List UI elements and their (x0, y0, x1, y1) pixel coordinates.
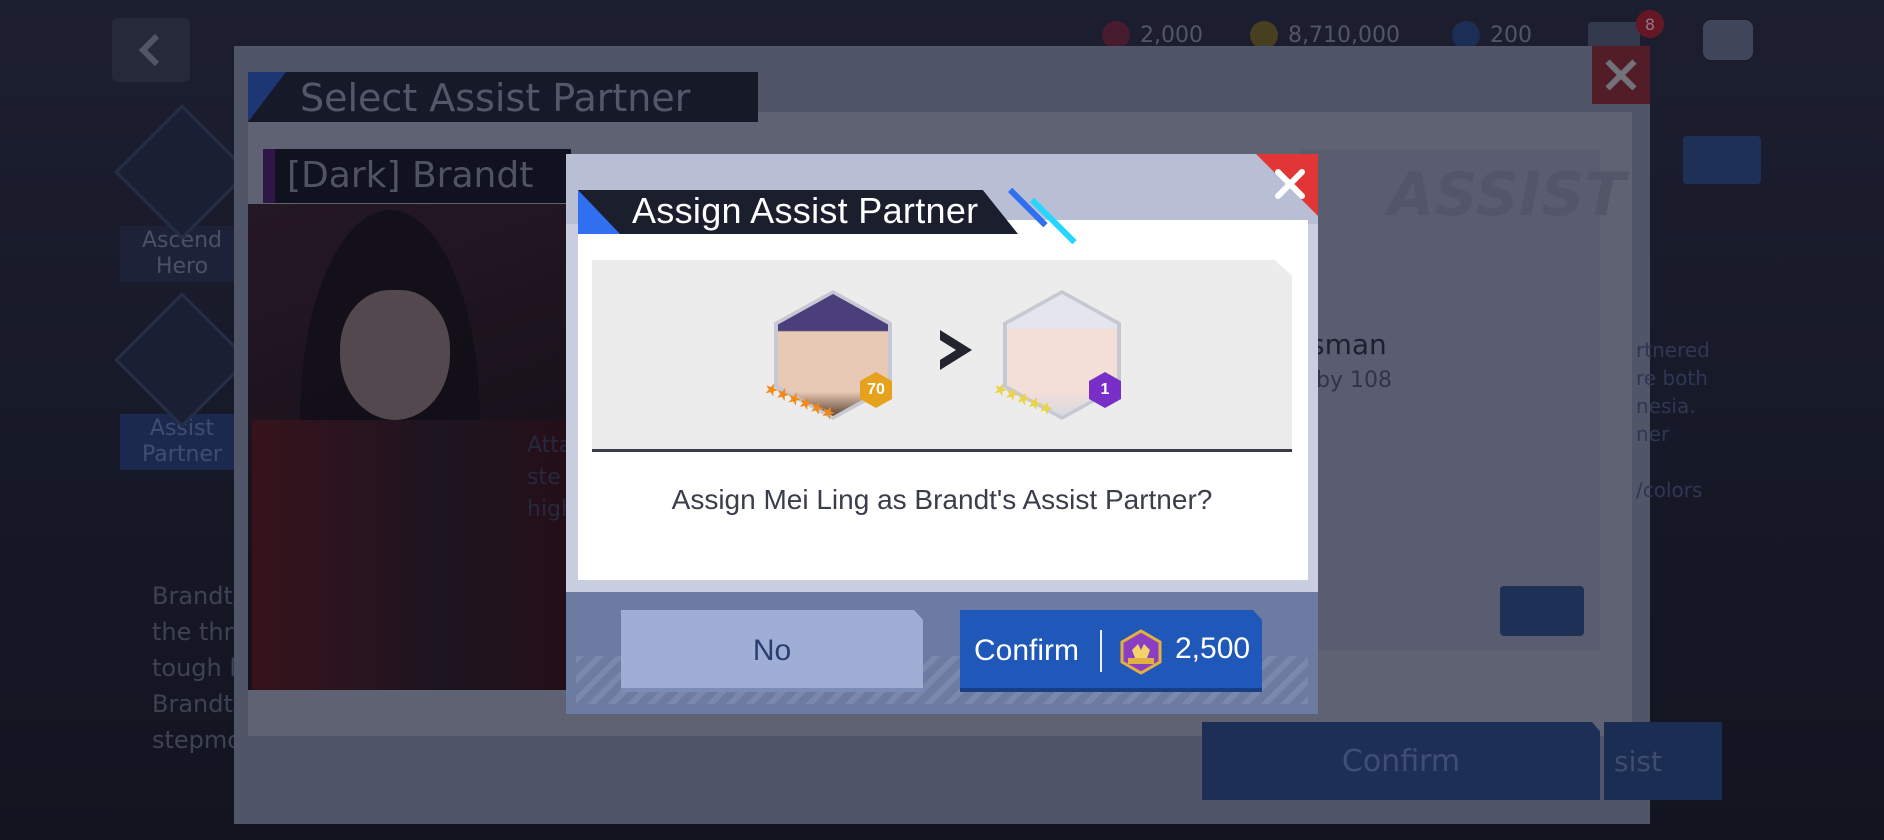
hero-portrait-current: ★★★★★★ 70 (761, 290, 892, 424)
dialog-question: Assign Mei Ling as Brandt's Assist Partn… (671, 484, 1213, 515)
confirm-button[interactable]: Confirm 2,500 (960, 610, 1262, 692)
hero-portrait-new: ★★★★★ 1 (990, 290, 1121, 420)
no-button[interactable]: No (621, 610, 923, 692)
confirm-cost: 2,500 (1175, 632, 1251, 665)
close-icon[interactable] (1268, 162, 1312, 206)
assist-token-icon (1120, 629, 1162, 675)
arrow-right-icon (940, 330, 972, 370)
dialog-title: Assign Assist Partner (632, 190, 979, 231)
confirm-label: Confirm (974, 634, 1080, 667)
confirm-divider (1100, 630, 1102, 672)
dialog-title-accent (578, 190, 620, 234)
